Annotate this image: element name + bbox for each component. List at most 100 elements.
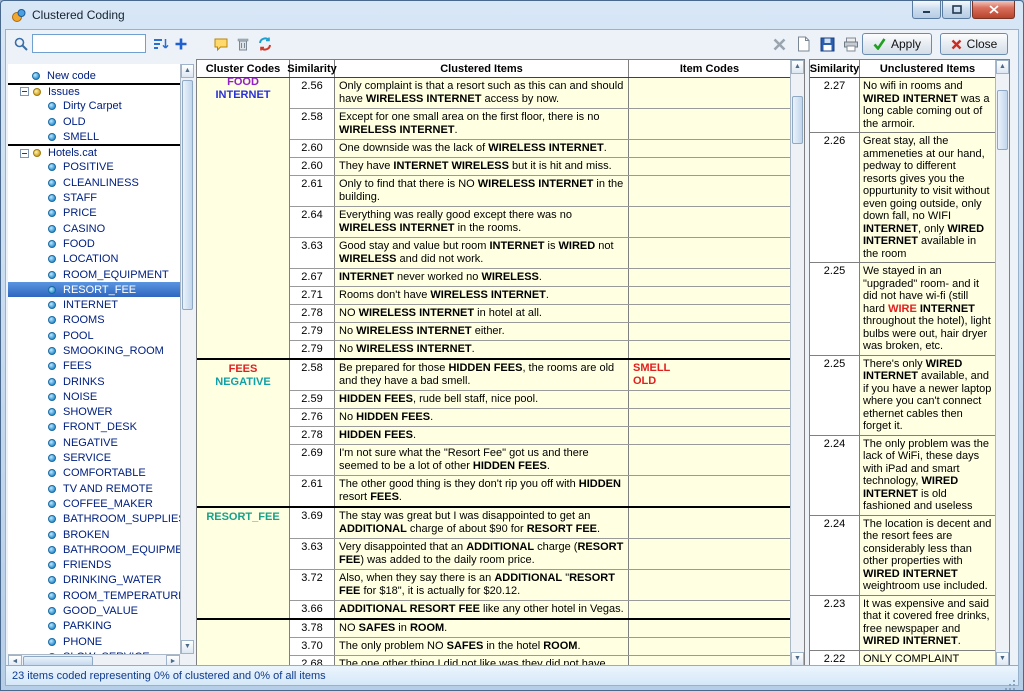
tree-item-smell[interactable]: SMELL	[8, 129, 180, 144]
table-row[interactable]: 2.61Only to find that there is NO WIRELE…	[290, 175, 790, 206]
table-row[interactable]: 2.64Everything was really good except th…	[290, 206, 790, 237]
tree-item-fees[interactable]: FEES	[8, 359, 180, 374]
tree-item-price[interactable]: PRICE	[8, 206, 180, 221]
tree-item-old[interactable]: OLD	[8, 114, 180, 129]
table-row[interactable]: 2.56Only complaint is that a resort such…	[290, 78, 790, 108]
scroll-thumb[interactable]	[997, 90, 1008, 150]
table-row[interactable]: 3.70The only problem NO SAFES in the hot…	[290, 637, 790, 655]
tree-item-bathroom-equipment[interactable]: BATHROOM_EQUIPMENT	[8, 542, 180, 557]
tree-item-rooms[interactable]: ROOMS	[8, 313, 180, 328]
tree-item-internet[interactable]: INTERNET	[8, 297, 180, 312]
tree-item-cleanliness[interactable]: CLEANLINESS	[8, 175, 180, 190]
close-window-button[interactable]	[972, 1, 1015, 19]
table-row[interactable]: 2.59HIDDEN FEES, rude bell staff, nice p…	[290, 390, 790, 408]
tree-vertical-scrollbar[interactable]: ▲ ▼	[180, 64, 194, 654]
header-similarity[interactable]: Similarity	[810, 60, 860, 77]
tree-item-coffee-maker[interactable]: COFFEE_MAKER	[8, 496, 180, 511]
tree-item-location[interactable]: LOCATION	[8, 252, 180, 267]
table-row[interactable]: 2.79No WIRELESS INTERNET either.	[290, 322, 790, 340]
table-row[interactable]: 2.67INTERNET never worked no WIRELESS.	[290, 268, 790, 286]
tree-item-service[interactable]: SERVICE	[8, 450, 180, 465]
scroll-down-arrow[interactable]: ▼	[996, 652, 1009, 666]
table-row[interactable]: 2.26Great stay, all the ammeneties at ou…	[810, 132, 995, 262]
header-item-codes[interactable]: Item Codes	[629, 60, 790, 77]
header-unclustered-items[interactable]: Unclustered Items	[860, 60, 995, 77]
tree-item-good-value[interactable]: GOOD_VALUE	[8, 603, 180, 618]
maximize-button[interactable]	[942, 1, 971, 19]
table-row[interactable]: 2.25We stayed in an "upgraded" room- and…	[810, 262, 995, 355]
tree-item-room-equipment[interactable]: ROOM_EQUIPMENT	[8, 267, 180, 282]
export-page-icon[interactable]	[794, 35, 812, 53]
table-row[interactable]: 2.69I'm not sure what the "Resort Fee" g…	[290, 444, 790, 475]
delete-icon[interactable]	[234, 35, 252, 53]
tree-item-broken[interactable]: BROKEN	[8, 527, 180, 542]
tree-item-resort-fee[interactable]: RESORT_FEE	[8, 282, 180, 297]
print-icon[interactable]	[842, 35, 860, 53]
tree-item-noise[interactable]: NOISE	[8, 389, 180, 404]
table-row[interactable]: 2.71Rooms don't have WIRELESS INTERNET.	[290, 286, 790, 304]
table-row[interactable]: 2.22ONLY COMPLAINT WOULD BE THE RESORT F…	[810, 650, 995, 667]
tree-item-smooking-room[interactable]: SMOOKING_ROOM	[8, 343, 180, 358]
scroll-up-arrow[interactable]: ▲	[996, 60, 1009, 74]
tree-item-pool[interactable]: POOL	[8, 328, 180, 343]
tree-item-front-desk[interactable]: FRONT_DESK	[8, 420, 180, 435]
search-input[interactable]	[32, 34, 146, 53]
add-code-icon[interactable]	[172, 35, 190, 53]
scroll-thumb[interactable]	[182, 80, 193, 310]
table-row[interactable]: 2.27No wifi in rooms and WIRED INTERNET …	[810, 78, 995, 132]
table-row[interactable]: 2.58Except for one small area on the fir…	[290, 108, 790, 139]
remove-cluster-icon[interactable]	[770, 35, 788, 53]
scroll-up-arrow[interactable]: ▲	[181, 64, 194, 78]
close-button[interactable]: Close	[940, 33, 1008, 55]
scroll-thumb[interactable]	[792, 96, 803, 144]
header-cluster-codes[interactable]: Cluster Codes	[197, 60, 290, 77]
tree-item-positive[interactable]: POSITIVE	[8, 160, 180, 175]
resize-grip[interactable]	[1013, 680, 1015, 682]
scroll-down-arrow[interactable]: ▼	[181, 640, 194, 654]
tree-item-drinking-water[interactable]: DRINKING_WATER	[8, 573, 180, 588]
titlebar[interactable]: Clustered Coding	[1, 1, 1023, 29]
table-row[interactable]: 2.61The other good thing is they don't r…	[290, 475, 790, 506]
header-similarity[interactable]: Similarity	[290, 60, 335, 77]
save-icon[interactable]	[818, 35, 836, 53]
sort-by-similarity-icon[interactable]	[152, 35, 170, 53]
table-row[interactable]: 2.60They have INTERNET WIRELESS but it i…	[290, 157, 790, 175]
collapse-toggle-icon[interactable]	[20, 149, 29, 158]
header-clustered-items[interactable]: Clustered Items	[335, 60, 629, 77]
table-row[interactable]: 2.78HIDDEN FEES.	[290, 426, 790, 444]
tree-item-drinks[interactable]: DRINKS	[8, 374, 180, 389]
tree-item-bathroom-supplies[interactable]: BATHROOM_SUPPLIES	[8, 512, 180, 527]
collapse-toggle-icon[interactable]	[20, 87, 29, 96]
scroll-up-arrow[interactable]: ▲	[791, 60, 804, 74]
minimize-button[interactable]	[912, 1, 941, 19]
tree-item-negative[interactable]: NEGATIVE	[8, 435, 180, 450]
tree-item-food[interactable]: FOOD	[8, 236, 180, 251]
tree-item-phone[interactable]: PHONE	[8, 634, 180, 649]
tree-item-tv-and-remote[interactable]: TV AND REMOTE	[8, 481, 180, 496]
table-row[interactable]: 3.63Very disappointed that an ADDITIONAL…	[290, 538, 790, 569]
right-vertical-scrollbar[interactable]: ▲ ▼	[995, 60, 1009, 666]
table-row[interactable]: 2.60One downside was the lack of WIRELES…	[290, 139, 790, 157]
refresh-icon[interactable]	[256, 35, 274, 53]
scroll-down-arrow[interactable]: ▼	[791, 652, 804, 666]
tree-item-staff[interactable]: STAFF	[8, 190, 180, 205]
tree-item-friends[interactable]: FRIENDS	[8, 558, 180, 573]
tree-item-shower[interactable]: SHOWER	[8, 405, 180, 420]
table-row[interactable]: 2.76No HIDDEN FEES.	[290, 408, 790, 426]
table-row[interactable]: 2.24The location is decent and the resor…	[810, 515, 995, 595]
tree-item-casino[interactable]: CASINO	[8, 221, 180, 236]
tree-item-hotels-cat[interactable]: Hotels.cat	[8, 144, 180, 159]
tree-item-dirty-carpet[interactable]: Dirty Carpet	[8, 99, 180, 114]
comment-icon[interactable]	[212, 35, 230, 53]
table-row[interactable]: 2.25There's only WIRED INTERNET availabl…	[810, 355, 995, 435]
table-row[interactable]: 2.79No WIRELESS INTERNET.	[290, 340, 790, 358]
tree-item-issues[interactable]: Issues	[8, 83, 180, 98]
table-row[interactable]: 2.58Be prepared for those HIDDEN FEES, t…	[290, 360, 790, 390]
tree-item-new-code[interactable]: New code	[8, 68, 180, 83]
table-row[interactable]: 2.24The only problem was the lack of WiF…	[810, 435, 995, 515]
table-row[interactable]: 3.72Also, when they say there is an ADDI…	[290, 569, 790, 600]
tree-item-parking[interactable]: PARKING	[8, 619, 180, 634]
tree-item-room-temperature[interactable]: ROOM_TEMPERATURE	[8, 588, 180, 603]
table-row[interactable]: 3.78NO SAFES in ROOM.	[290, 620, 790, 637]
tree-item-comfortable[interactable]: COMFORTABLE	[8, 466, 180, 481]
